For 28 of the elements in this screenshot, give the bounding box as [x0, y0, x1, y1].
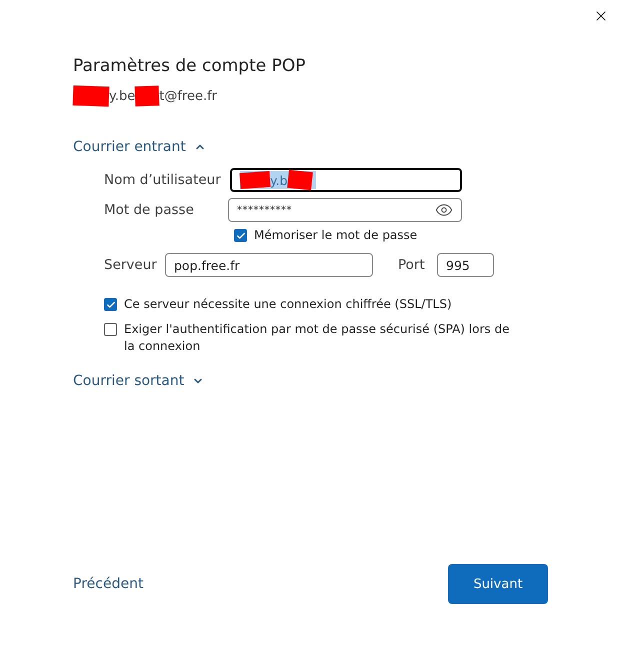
dialog-title: Paramètres de compte POP [73, 56, 306, 76]
server-field[interactable]: pop.free.fr [165, 253, 373, 277]
checkbox-label: Exiger l'authentification par mot de passe sécurisé (SPA) lors de la connexion [124, 321, 510, 355]
account-text: t@free.fr [159, 88, 218, 104]
redaction-mark [239, 170, 271, 190]
username-text: y.b [270, 172, 288, 188]
checkbox-label: Mémoriser le mot de passe [254, 227, 418, 244]
redaction-mark [286, 170, 312, 190]
password-label: Mot de passe [104, 202, 195, 218]
port-text: 995 [446, 258, 470, 272]
server-label: Serveur [104, 257, 158, 273]
next-button[interactable]: Suivant [448, 564, 548, 604]
checkbox[interactable] [104, 298, 117, 311]
password-text: ********** [237, 204, 293, 216]
port-field[interactable]: 995 [437, 253, 494, 277]
outgoing-mail-toggle[interactable]: Courrier sortant [73, 373, 548, 389]
checkbox[interactable] [104, 323, 117, 336]
account-text: y.be [109, 88, 136, 104]
checkbox[interactable] [234, 229, 247, 242]
redaction-mark [134, 86, 160, 106]
back-link[interactable]: Précédent [73, 576, 144, 592]
port-label: Port [398, 257, 426, 273]
incoming-mail-toggle[interactable]: Courrier entrant [73, 139, 548, 155]
redaction-mark [72, 85, 110, 107]
username-label: Nom d’utilisateur [104, 172, 222, 188]
server-text: pop.free.fr [174, 258, 240, 272]
password-field[interactable]: ********** [228, 198, 462, 222]
checkbox-label: Ce serveur nécessite une connexion chiffrée (SSL/TLS) [124, 296, 452, 313]
